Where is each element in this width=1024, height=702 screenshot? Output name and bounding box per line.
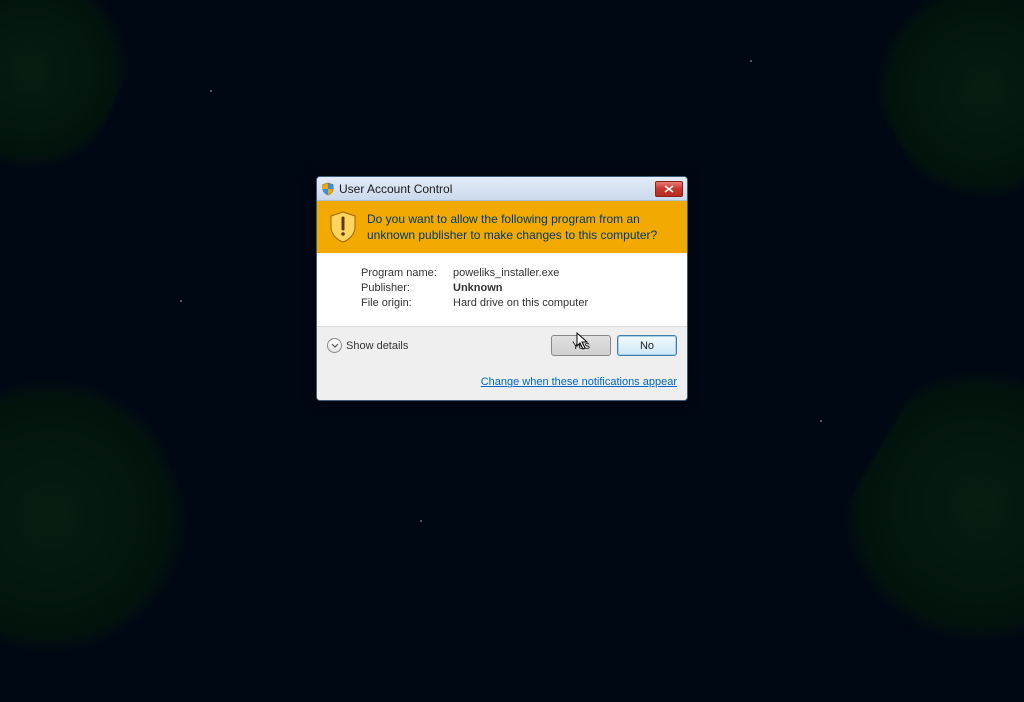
close-button[interactable]	[655, 181, 683, 197]
uac-dialog: User Account Control Do you want to allo…	[316, 176, 688, 401]
show-details-label: Show details	[346, 340, 408, 352]
background-foliage	[0, 331, 223, 702]
file-origin-label: File origin:	[361, 297, 453, 309]
background-foliage	[799, 310, 1024, 702]
yes-button[interactable]: Yes	[551, 335, 611, 356]
no-button[interactable]: No	[617, 335, 677, 356]
program-name-value: poweliks_installer.exe	[453, 267, 559, 279]
background-foliage	[0, 0, 158, 208]
background-star	[420, 520, 422, 522]
warning-banner: Do you want to allow the following progr…	[317, 201, 687, 253]
change-notifications-link[interactable]: Change when these notifications appear	[481, 376, 677, 388]
titlebar[interactable]: User Account Control	[317, 177, 687, 201]
program-details: Program name: poweliks_installer.exe Pub…	[317, 253, 687, 326]
dialog-footer: Show details Yes No Change when these no…	[317, 326, 687, 400]
file-origin-value: Hard drive on this computer	[453, 297, 588, 309]
publisher-label: Publisher:	[361, 282, 453, 294]
close-icon	[664, 185, 674, 193]
program-name-label: Program name:	[361, 267, 453, 279]
window-title: User Account Control	[339, 182, 655, 196]
shield-icon	[321, 182, 335, 196]
chevron-down-icon	[327, 338, 342, 353]
background-foliage	[837, 0, 1024, 244]
show-details-toggle[interactable]: Show details	[327, 338, 408, 353]
publisher-value: Unknown	[453, 282, 503, 294]
shield-warning-icon	[329, 211, 357, 243]
background-star	[750, 60, 752, 62]
warning-message: Do you want to allow the following progr…	[367, 211, 675, 243]
background-star	[210, 90, 212, 92]
background-star	[820, 420, 822, 422]
background-star	[180, 300, 182, 302]
